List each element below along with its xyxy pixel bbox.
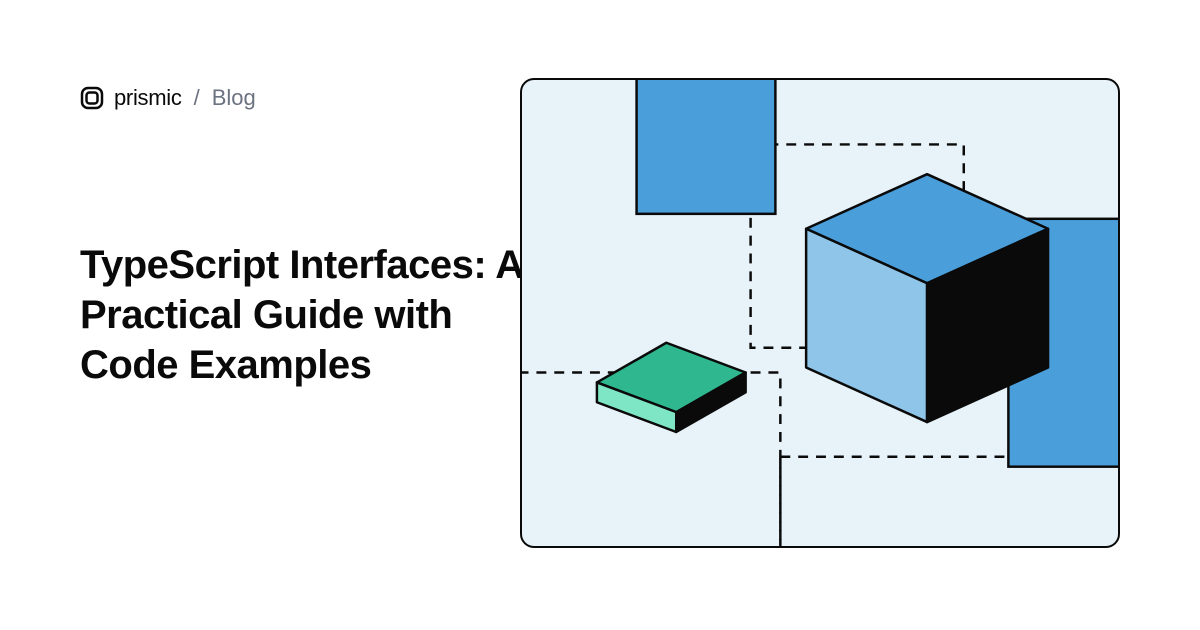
page-title: TypeScript Interfaces: A Practical Guide…	[80, 240, 560, 390]
breadcrumb-separator: /	[194, 85, 200, 111]
brand-name: prismic	[114, 85, 182, 111]
breadcrumb-section: Blog	[212, 85, 256, 111]
breadcrumb: prismic / Blog	[80, 85, 256, 111]
decorative-illustration	[520, 78, 1120, 548]
prismic-logo-icon	[80, 86, 104, 110]
